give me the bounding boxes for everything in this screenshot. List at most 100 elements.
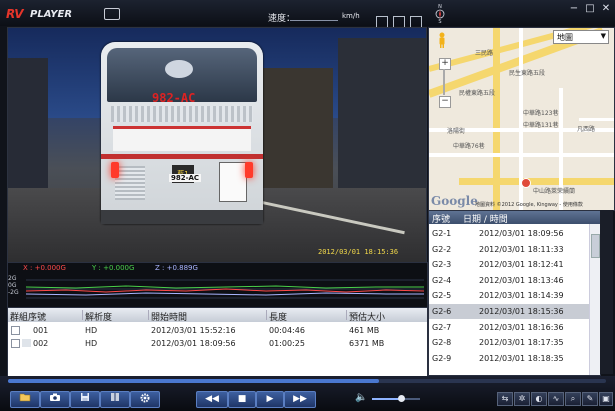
speaker-icon[interactable]: 🔈	[355, 392, 367, 403]
bus-number-display: 982-AC	[152, 91, 196, 105]
gps-row-time: 2012/03/01 18:14:39	[479, 291, 564, 301]
map-type-value: 地圖	[557, 33, 573, 42]
search-icon[interactable]: ⌕	[565, 392, 581, 406]
col-resolution[interactable]: 解析度	[82, 310, 112, 323]
fast-forward-icon[interactable]: ▶▶	[284, 391, 316, 408]
loop-icon[interactable]: ⇆	[497, 392, 513, 406]
map-toggle-icon[interactable]: ◐	[531, 392, 547, 406]
map-road	[459, 178, 614, 185]
scrollbar-thumb[interactable]	[591, 234, 600, 258]
col-sequence[interactable]: 序號	[432, 212, 450, 225]
speed-readout	[290, 10, 338, 21]
gps-row[interactable]: G2-6 2012/03/01 18:15:36	[429, 304, 590, 319]
chevron-down-icon: ▼	[600, 32, 606, 40]
open-folder-icon[interactable]	[10, 391, 40, 408]
building	[338, 38, 426, 198]
stop-icon[interactable]: ■	[228, 391, 256, 408]
close-icon[interactable]: ✕	[600, 4, 612, 14]
col-group-id[interactable]: 群組序號	[8, 310, 46, 323]
gps-row-time: 2012/03/01 18:18:35	[479, 353, 564, 363]
svg-text:S: S	[438, 19, 441, 23]
play-icon[interactable]: ▶	[256, 391, 284, 408]
col-length[interactable]: 長度	[266, 310, 287, 323]
col-datetime[interactable]: 日期 / 時間	[463, 212, 508, 225]
google-logo: Google	[431, 194, 478, 208]
g-y-line	[26, 285, 424, 289]
map-label: 三民路	[475, 50, 494, 57]
g-axis-tick: 2G	[8, 275, 17, 282]
graph-icon[interactable]: ∿	[548, 392, 564, 406]
map-road	[579, 118, 614, 121]
maximize-icon[interactable]: □	[584, 4, 596, 14]
building	[263, 68, 333, 188]
save-disk-icon[interactable]	[70, 391, 100, 408]
row-checkbox[interactable]	[11, 326, 20, 335]
map-label: 中山路萊荣續蘭	[533, 188, 576, 195]
location-marker-icon[interactable]	[521, 178, 531, 188]
g-sensor-graph[interactable]	[26, 274, 424, 304]
gps-row-id: G2-9	[432, 353, 452, 363]
zoom-track[interactable]	[443, 69, 445, 95]
osd-timestamp: 2012/03/01 18:15:36	[318, 248, 399, 256]
col-start-time[interactable]: 開始時間	[148, 310, 187, 323]
speed-unit: km/h	[342, 12, 360, 20]
g-y-readout: Y : +0.000G	[92, 264, 135, 272]
row-checkbox[interactable]	[11, 339, 20, 348]
gps-row-id: G2-2	[432, 244, 452, 254]
row-length: 00:04:46	[269, 326, 305, 335]
gps-row[interactable]: G2-9 2012/03/01 18:18:35	[429, 351, 590, 366]
g-sensor-icon[interactable]: ✲	[514, 392, 530, 406]
street-view-pegman-icon[interactable]	[437, 32, 447, 48]
seek-bar[interactable]	[8, 379, 606, 383]
gps-row[interactable]: G2-2 2012/03/01 18:11:33	[429, 242, 590, 257]
volume-fill	[372, 398, 401, 400]
playback-controls: ◀◀ ■ ▶ ▶▶ 🔈 ⇆ ✲ ◐ ∿ ⌕ ✎ ▣	[0, 376, 615, 411]
right-gutter	[600, 210, 613, 374]
snapshot-camera-icon[interactable]	[40, 391, 70, 408]
minimize-icon[interactable]: −	[568, 4, 580, 14]
gps-row-time: 2012/03/01 18:17:35	[479, 338, 564, 348]
map-view[interactable]: 三民路 民生東路五段 民權東路五段 中華路76巷 中華路123巷 中華路131巷…	[428, 27, 615, 211]
file-table-header: 群組序號 解析度 開始時間 長度 預估大小	[8, 308, 427, 323]
gps-row[interactable]: G2-7 2012/03/01 18:16:36	[429, 320, 590, 335]
col-size[interactable]: 預估大小	[346, 310, 385, 323]
volume-slider[interactable]	[372, 395, 420, 402]
volume-knob[interactable]	[397, 395, 405, 402]
gps-row-id: G2-6	[432, 307, 452, 316]
gear-icon[interactable]	[130, 391, 160, 408]
gps-row-time: 2012/03/01 18:15:36	[479, 307, 564, 316]
table-row[interactable]: 002 HD 2012/03/01 18:09:56 01:00:25 6371…	[8, 337, 427, 350]
split-film-icon[interactable]	[100, 391, 130, 408]
gps-row[interactable]: G2-5 2012/03/01 18:14:39	[429, 288, 590, 303]
rewind-icon[interactable]: ◀◀	[196, 391, 228, 408]
title-bar: RV PLAYER 速度： km/h NS − □ ✕	[0, 0, 615, 28]
gps-row[interactable]: G2-3 2012/03/01 18:12:41	[429, 257, 590, 272]
settings-slider-icon[interactable]	[104, 8, 120, 20]
gps-row-id: G2-1	[432, 229, 452, 238]
g-z-readout: Z : +0.889G	[155, 264, 198, 272]
gps-scrollbar[interactable]	[589, 224, 600, 375]
table-row[interactable]: 001 HD 2012/03/01 15:52:16 00:04:46 461 …	[8, 324, 427, 337]
map-label: 中華路131巷	[523, 122, 559, 129]
map-type-select[interactable]: 地圖 ▼	[553, 30, 609, 44]
gps-row[interactable]: G2-1 2012/03/01 18:09:56	[429, 226, 590, 241]
gps-point-list: 序號 日期 / 時間 G2-1 2012/03/01 18:09:56 G2-2 20…	[428, 210, 601, 376]
gps-row-id: G2-7	[432, 322, 452, 332]
gps-row[interactable]: G2-4 2012/03/01 18:13:46	[429, 273, 590, 288]
wrench-icon[interactable]: ✎	[582, 392, 598, 406]
gps-row-id: G2-3	[432, 260, 452, 270]
video-view[interactable]: 982-AC 藍1 982-AC 2012/03/01 18:15:36	[7, 27, 427, 263]
zoom-out-icon[interactable]: −	[439, 96, 451, 108]
row-id: 001	[33, 326, 49, 335]
map-copyright[interactable]: 地圖資料 ©2012 Google, Kingway - 使用條款	[475, 201, 583, 208]
zoom-in-icon[interactable]: +	[439, 58, 451, 70]
g-x-readout: X : +0.000G	[23, 264, 66, 272]
g-axis-tick: 0G	[8, 282, 17, 289]
logo-subtitle: PLAYER	[30, 9, 73, 20]
row-size: 461 MB	[349, 326, 380, 335]
tail-light	[111, 162, 119, 178]
map-label: 洛陽街	[447, 128, 466, 135]
gps-row-time: 2012/03/01 18:09:56	[479, 229, 564, 238]
delete-icon[interactable]: ▣	[599, 392, 613, 406]
gps-row[interactable]: G2-8 2012/03/01 18:17:35	[429, 335, 590, 350]
